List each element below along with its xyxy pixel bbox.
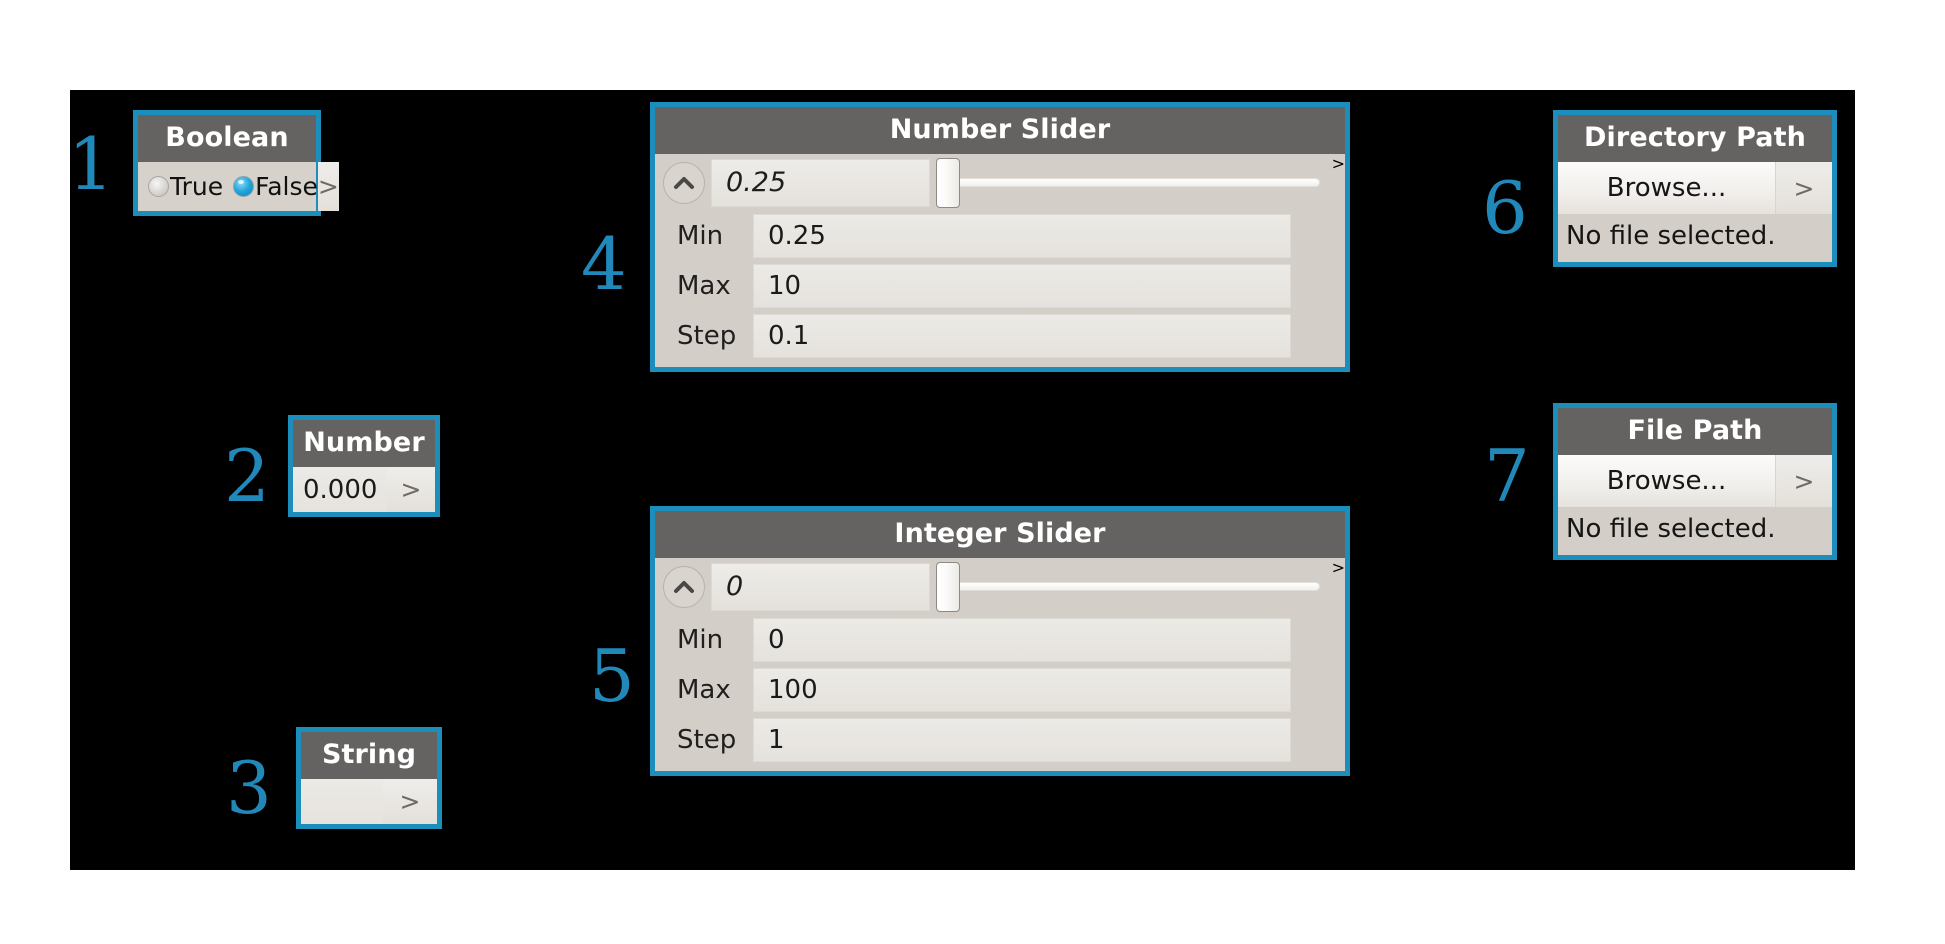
boolean-expander-button[interactable]: > [317, 162, 339, 211]
number-slider-min-input[interactable]: 0.25 [753, 214, 1291, 258]
directory-path-widget: Directory Path Browse... > No file selec… [1553, 110, 1837, 267]
number-slider-track[interactable] [948, 178, 1320, 187]
annotation-7: 7 [1484, 434, 1530, 518]
integer-slider-min-label: Min [677, 625, 724, 655]
integer-slider-min-input[interactable]: 0 [753, 618, 1291, 662]
chevron-up-icon[interactable] [663, 565, 705, 608]
integer-slider-min-row: Min 0 [655, 615, 1345, 665]
number-body: 0.000 > [293, 467, 435, 512]
file-path-widget: File Path Browse... > No file selected. [1553, 403, 1837, 560]
integer-slider-head-row: 0 > [655, 558, 1345, 615]
number-slider-track-area[interactable] [930, 154, 1332, 211]
integer-slider-handle[interactable] [936, 561, 960, 612]
number-slider-params: Min 0.25 Max 10 Step 0.1 [655, 211, 1345, 367]
number-slider-value-input[interactable]: 0.25 [711, 158, 930, 207]
file-path-title: File Path [1558, 408, 1832, 455]
annotation-1: 1 [68, 122, 114, 206]
annotation-6: 6 [1482, 166, 1528, 250]
number-slider-top: 0.25 [655, 154, 1332, 211]
integer-slider-top: 0 [655, 558, 1332, 615]
number-slider-step-label: Step [677, 321, 737, 351]
string-title: String [301, 732, 437, 779]
directory-path-row: Browse... > [1558, 162, 1832, 214]
integer-slider-track-area[interactable] [930, 558, 1332, 615]
integer-slider-max-input[interactable]: 100 [753, 668, 1291, 712]
string-body: > [301, 779, 437, 824]
number-slider-handle[interactable] [936, 157, 960, 208]
directory-expander-button[interactable]: > [1776, 162, 1832, 214]
radio-false-icon[interactable] [233, 176, 255, 197]
annotation-5: 5 [589, 634, 635, 718]
number-slider-min-label: Min [677, 221, 724, 251]
integer-slider-expander-button[interactable]: > [1332, 558, 1345, 615]
directory-browse-button[interactable]: Browse... [1558, 162, 1776, 214]
number-slider-max-input[interactable]: 10 [753, 264, 1291, 308]
number-slider-max-label: Max [677, 271, 731, 301]
annotation-4: 4 [581, 222, 627, 306]
boolean-title: Boolean [138, 115, 316, 162]
boolean-option-true[interactable]: True [148, 172, 223, 201]
boolean-body: True False > [138, 162, 339, 211]
string-expander-button[interactable]: > [383, 779, 437, 824]
integer-slider-step-row: Step 1 [655, 715, 1345, 765]
boolean-option-false[interactable]: False [233, 172, 318, 201]
integer-slider-step-input[interactable]: 1 [753, 718, 1291, 762]
string-widget: String > [296, 727, 442, 829]
directory-status-text: No file selected. [1558, 214, 1832, 262]
number-slider-head-row: 0.25 > [655, 154, 1345, 211]
boolean-option-false-label: False [255, 172, 318, 201]
number-slider-widget: Number Slider 0.25 > Min 0.25 Max 10 Ste… [650, 102, 1350, 372]
string-value-input[interactable] [301, 779, 383, 824]
file-status-text: No file selected. [1558, 507, 1832, 555]
number-slider-step-input[interactable]: 0.1 [753, 314, 1291, 358]
integer-slider-widget: Integer Slider 0 > Min 0 Max 100 Step 1 [650, 506, 1350, 776]
number-widget: Number 0.000 > [288, 415, 440, 517]
file-path-row: Browse... > [1558, 455, 1832, 507]
number-slider-min-row: Min 0.25 [655, 211, 1345, 261]
annotation-2: 2 [224, 434, 270, 518]
number-value-input[interactable]: 0.000 [293, 467, 387, 512]
number-slider-expander-button[interactable]: > [1332, 154, 1345, 211]
integer-slider-title: Integer Slider [655, 511, 1345, 558]
integer-slider-step-label: Step [677, 725, 737, 755]
integer-slider-max-label: Max [677, 675, 731, 705]
integer-slider-max-row: Max 100 [655, 665, 1345, 715]
file-browse-button[interactable]: Browse... [1558, 455, 1776, 507]
file-expander-button[interactable]: > [1776, 455, 1832, 507]
annotation-3: 3 [226, 746, 272, 830]
number-slider-title: Number Slider [655, 107, 1345, 154]
chevron-up-icon[interactable] [663, 161, 705, 204]
radio-true-icon[interactable] [148, 176, 169, 197]
directory-path-title: Directory Path [1558, 115, 1832, 162]
boolean-widget: Boolean True False > [133, 110, 339, 216]
boolean-option-true-label: True [170, 172, 224, 201]
number-title: Number [293, 420, 435, 467]
number-slider-max-row: Max 10 [655, 261, 1345, 311]
screenshot-root: Boolean True False > Number 0.000 > Stri… [0, 0, 1945, 944]
integer-slider-track[interactable] [948, 582, 1320, 591]
number-expander-button[interactable]: > [387, 467, 435, 512]
boolean-radio-group: True False [138, 172, 318, 201]
number-slider-step-row: Step 0.1 [655, 311, 1345, 361]
integer-slider-value-input[interactable]: 0 [711, 562, 930, 611]
integer-slider-params: Min 0 Max 100 Step 1 [655, 615, 1345, 771]
